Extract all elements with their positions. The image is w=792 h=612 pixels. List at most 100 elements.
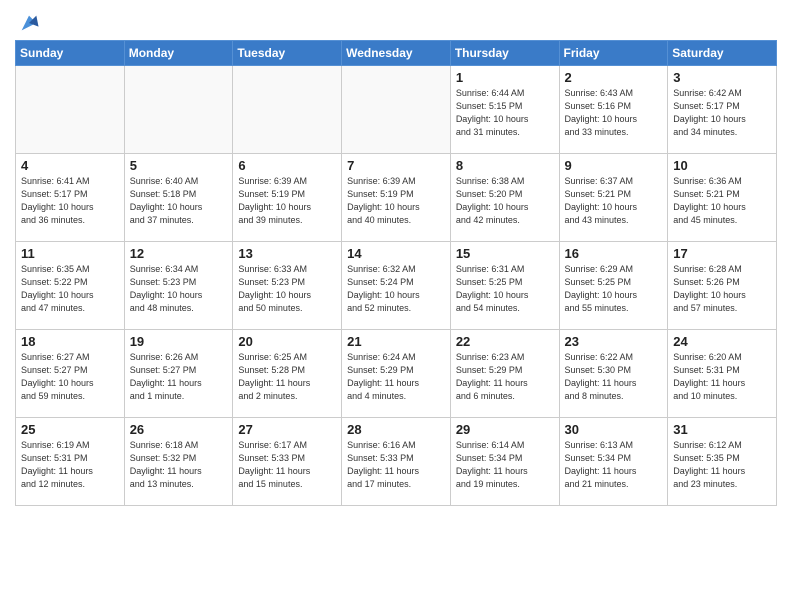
calendar-cell: 13Sunrise: 6:33 AM Sunset: 5:23 PM Dayli… [233,242,342,330]
day-number: 4 [21,158,119,173]
day-number: 13 [238,246,336,261]
calendar-cell: 17Sunrise: 6:28 AM Sunset: 5:26 PM Dayli… [668,242,777,330]
day-info: Sunrise: 6:35 AM Sunset: 5:22 PM Dayligh… [21,263,119,315]
calendar-cell: 19Sunrise: 6:26 AM Sunset: 5:27 PM Dayli… [124,330,233,418]
day-info: Sunrise: 6:43 AM Sunset: 5:16 PM Dayligh… [565,87,663,139]
calendar-cell: 20Sunrise: 6:25 AM Sunset: 5:28 PM Dayli… [233,330,342,418]
calendar-cell: 22 Sunrise: 6:23 AM Sunset: 5:29 PM Dayli… [450,330,559,418]
day-info: Sunrise: 6:40 AM Sunset: 5:18 PM Dayligh… [130,175,228,227]
day-info: Sunrise: 6:20 AM Sunset: 5:31 PM Dayligh… [673,351,771,403]
day-info: Sunrise: 6:19 AM Sunset: 5:31 PM Dayligh… [21,439,119,491]
header-row: SundayMondayTuesdayWednesdayThursdayFrid… [16,41,777,66]
day-info: Sunrise: 6:29 AM Sunset: 5:25 PM Dayligh… [565,263,663,315]
calendar-cell [16,66,125,154]
day-number: 7 [347,158,445,173]
header [15,10,777,34]
day-number: 30 [565,422,663,437]
day-number: 2 [565,70,663,85]
calendar-week-1: 4 Sunrise: 6:41 AM Sunset: 5:17 PM Daylig… [16,154,777,242]
day-info: Sunrise: 6:25 AM Sunset: 5:28 PM Dayligh… [238,351,336,403]
calendar-week-2: 11 Sunrise: 6:35 AM Sunset: 5:22 PM Dayli… [16,242,777,330]
calendar-cell: 26Sunrise: 6:18 AM Sunset: 5:32 PM Dayli… [124,418,233,506]
day-number: 19 [130,334,228,349]
weekday-header-friday: Friday [559,41,668,66]
day-info: Sunrise: 6:24 AM Sunset: 5:29 PM Dayligh… [347,351,445,403]
day-info: Sunrise: 6:34 AM Sunset: 5:23 PM Dayligh… [130,263,228,315]
day-number: 5 [130,158,228,173]
calendar-cell: 2 Sunrise: 6:43 AM Sunset: 5:16 PM Daylig… [559,66,668,154]
calendar-cell: 10 Sunrise: 6:36 AM Sunset: 5:21 PM Dayli… [668,154,777,242]
weekday-header-saturday: Saturday [668,41,777,66]
calendar-cell: 6 Sunrise: 6:39 AM Sunset: 5:19 PM Daylig… [233,154,342,242]
calendar-week-3: 18 Sunrise: 6:27 AM Sunset: 5:27 PM Dayli… [16,330,777,418]
weekday-header-thursday: Thursday [450,41,559,66]
day-info: Sunrise: 6:44 AM Sunset: 5:15 PM Dayligh… [456,87,554,139]
day-number: 18 [21,334,119,349]
day-number: 10 [673,158,771,173]
day-info: Sunrise: 6:13 AM Sunset: 5:34 PM Dayligh… [565,439,663,491]
calendar-cell: 15 Sunrise: 6:31 AM Sunset: 5:25 PM Dayli… [450,242,559,330]
calendar-cell: 25 Sunrise: 6:19 AM Sunset: 5:31 PM Dayli… [16,418,125,506]
calendar-cell: 21 Sunrise: 6:24 AM Sunset: 5:29 PM Dayli… [342,330,451,418]
day-number: 31 [673,422,771,437]
calendar-cell: 28 Sunrise: 6:16 AM Sunset: 5:33 PM Dayli… [342,418,451,506]
calendar-cell: 7Sunrise: 6:39 AM Sunset: 5:19 PM Daylig… [342,154,451,242]
weekday-header-tuesday: Tuesday [233,41,342,66]
day-number: 24 [673,334,771,349]
weekday-header-sunday: Sunday [16,41,125,66]
day-number: 27 [238,422,336,437]
day-number: 26 [130,422,228,437]
calendar-cell: 23 Sunrise: 6:22 AM Sunset: 5:30 PM Dayli… [559,330,668,418]
day-number: 15 [456,246,554,261]
day-number: 25 [21,422,119,437]
day-info: Sunrise: 6:22 AM Sunset: 5:30 PM Dayligh… [565,351,663,403]
calendar-cell: 8 Sunrise: 6:38 AM Sunset: 5:20 PM Daylig… [450,154,559,242]
calendar-cell: 9 Sunrise: 6:37 AM Sunset: 5:21 PM Daylig… [559,154,668,242]
day-info: Sunrise: 6:41 AM Sunset: 5:17 PM Dayligh… [21,175,119,227]
calendar-cell [233,66,342,154]
day-info: Sunrise: 6:37 AM Sunset: 5:21 PM Dayligh… [565,175,663,227]
day-number: 14 [347,246,445,261]
day-number: 12 [130,246,228,261]
calendar-cell: 31 Sunrise: 6:12 AM Sunset: 5:35 PM Dayli… [668,418,777,506]
day-info: Sunrise: 6:39 AM Sunset: 5:19 PM Dayligh… [238,175,336,227]
day-number: 21 [347,334,445,349]
day-number: 6 [238,158,336,173]
logo-icon [18,12,40,34]
calendar-week-0: 1 Sunrise: 6:44 AM Sunset: 5:15 PM Daylig… [16,66,777,154]
day-info: Sunrise: 6:36 AM Sunset: 5:21 PM Dayligh… [673,175,771,227]
calendar-cell: 4 Sunrise: 6:41 AM Sunset: 5:17 PM Daylig… [16,154,125,242]
calendar-cell: 11 Sunrise: 6:35 AM Sunset: 5:22 PM Dayli… [16,242,125,330]
calendar-cell: 16 Sunrise: 6:29 AM Sunset: 5:25 PM Dayli… [559,242,668,330]
calendar-cell: 3 Sunrise: 6:42 AM Sunset: 5:17 PM Daylig… [668,66,777,154]
day-info: Sunrise: 6:27 AM Sunset: 5:27 PM Dayligh… [21,351,119,403]
calendar-cell: 5 Sunrise: 6:40 AM Sunset: 5:18 PM Daylig… [124,154,233,242]
calendar-cell: 29Sunrise: 6:14 AM Sunset: 5:34 PM Dayli… [450,418,559,506]
weekday-header-monday: Monday [124,41,233,66]
day-info: Sunrise: 6:12 AM Sunset: 5:35 PM Dayligh… [673,439,771,491]
day-number: 1 [456,70,554,85]
calendar-cell: 24 Sunrise: 6:20 AM Sunset: 5:31 PM Dayli… [668,330,777,418]
day-number: 22 [456,334,554,349]
calendar-table: SundayMondayTuesdayWednesdayThursdayFrid… [15,40,777,506]
day-info: Sunrise: 6:31 AM Sunset: 5:25 PM Dayligh… [456,263,554,315]
day-number: 29 [456,422,554,437]
day-number: 23 [565,334,663,349]
day-info: Sunrise: 6:23 AM Sunset: 5:29 PM Dayligh… [456,351,554,403]
calendar-cell: 30 Sunrise: 6:13 AM Sunset: 5:34 PM Dayli… [559,418,668,506]
day-info: Sunrise: 6:38 AM Sunset: 5:20 PM Dayligh… [456,175,554,227]
calendar-cell [342,66,451,154]
day-info: Sunrise: 6:17 AM Sunset: 5:33 PM Dayligh… [238,439,336,491]
day-info: Sunrise: 6:42 AM Sunset: 5:17 PM Dayligh… [673,87,771,139]
day-number: 16 [565,246,663,261]
day-number: 11 [21,246,119,261]
day-number: 3 [673,70,771,85]
day-info: Sunrise: 6:16 AM Sunset: 5:33 PM Dayligh… [347,439,445,491]
calendar-week-4: 25 Sunrise: 6:19 AM Sunset: 5:31 PM Dayli… [16,418,777,506]
day-number: 8 [456,158,554,173]
day-number: 9 [565,158,663,173]
day-number: 17 [673,246,771,261]
day-number: 28 [347,422,445,437]
calendar-cell: 12 Sunrise: 6:34 AM Sunset: 5:23 PM Dayli… [124,242,233,330]
calendar-cell: 1 Sunrise: 6:44 AM Sunset: 5:15 PM Daylig… [450,66,559,154]
